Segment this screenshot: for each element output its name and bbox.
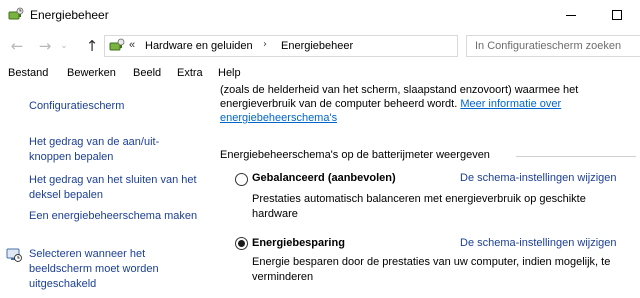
section-title: Energiebeheerschema's op de batterijmete…: [220, 149, 490, 161]
menu-bar: Bestand Bewerken Beeld Extra Help: [0, 63, 640, 85]
up-arrow-icon[interactable]: ↑: [83, 37, 101, 55]
breadcrumb-hardware[interactable]: Hardware en geluiden: [145, 40, 253, 52]
plan-balanced-radio[interactable]: [235, 173, 248, 186]
maximize-icon: [612, 10, 622, 20]
menu-beeld[interactable]: Beeld: [133, 67, 161, 79]
back-arrow-icon[interactable]: ←: [8, 37, 26, 55]
plan-balanced-description: Prestaties automatisch balanceren met en…: [252, 193, 586, 220]
menu-bewerken[interactable]: Bewerken: [67, 67, 116, 79]
navigation-bar: ← → ⌄ ↑ « Hardware en geluiden › Energie…: [0, 32, 640, 60]
sidebar-link-display-off[interactable]: Selecteren wanneer het beeldscherm moet …: [29, 247, 199, 292]
power-options-icon: [8, 7, 24, 20]
search-placeholder: In Configuratiescherm zoeken: [475, 40, 622, 52]
plan-balanced-settings-link[interactable]: De schema-instellingen wijzigen: [460, 172, 617, 184]
menu-bestand[interactable]: Bestand: [8, 67, 48, 79]
address-bar[interactable]: « Hardware en geluiden › Energiebeheer: [104, 35, 458, 57]
power-options-icon: [109, 38, 125, 51]
forward-arrow-icon[interactable]: →: [36, 37, 54, 55]
search-box[interactable]: In Configuratiescherm zoeken: [466, 35, 640, 57]
display-clock-icon: [6, 248, 22, 262]
section-divider: [516, 156, 636, 157]
sidebar-link-create-plan[interactable]: Een energiebeheerschema maken: [29, 209, 199, 224]
plan-power-saver-name[interactable]: Energiebesparing: [252, 237, 345, 249]
sidebar-link-lid-close[interactable]: Het gedrag van het sluiten van het dekse…: [29, 173, 199, 203]
menu-help[interactable]: Help: [218, 67, 241, 79]
plan-balanced-name[interactable]: Gebalanceerd (aanbevolen): [252, 172, 396, 184]
plan-power-saver-description: Energie besparen door de prestaties van …: [252, 256, 611, 283]
sidebar-home-link[interactable]: Configuratiescherm: [29, 99, 124, 114]
main-content: (zoals de helderheid van het scherm, sla…: [204, 83, 640, 298]
title-bar: Energiebeheer: [0, 0, 640, 30]
plan-power-saver-settings-link[interactable]: De schema-instellingen wijzigen: [460, 237, 617, 249]
minimize-icon: [566, 14, 576, 16]
menu-extra[interactable]: Extra: [177, 67, 203, 79]
breadcrumb-separator-icon[interactable]: ›: [263, 39, 267, 50]
recent-locations-chevron-icon[interactable]: ⌄: [58, 37, 70, 55]
sidebar: Configuratiescherm Het gedrag van de aan…: [0, 85, 204, 298]
maximize-button[interactable]: [594, 0, 640, 30]
sidebar-link-power-buttons[interactable]: Het gedrag van de aan/uit-knoppen bepale…: [29, 135, 199, 165]
plan-power-saver-radio[interactable]: [235, 237, 248, 250]
intro-paragraph: (zoals de helderheid van het scherm, sla…: [220, 83, 636, 125]
minimize-button[interactable]: [548, 0, 594, 30]
breadcrumb-energiebeheer[interactable]: Energiebeheer: [281, 40, 353, 52]
breadcrumb-overflow[interactable]: «: [129, 39, 135, 51]
window-title: Energiebeheer: [30, 8, 109, 22]
